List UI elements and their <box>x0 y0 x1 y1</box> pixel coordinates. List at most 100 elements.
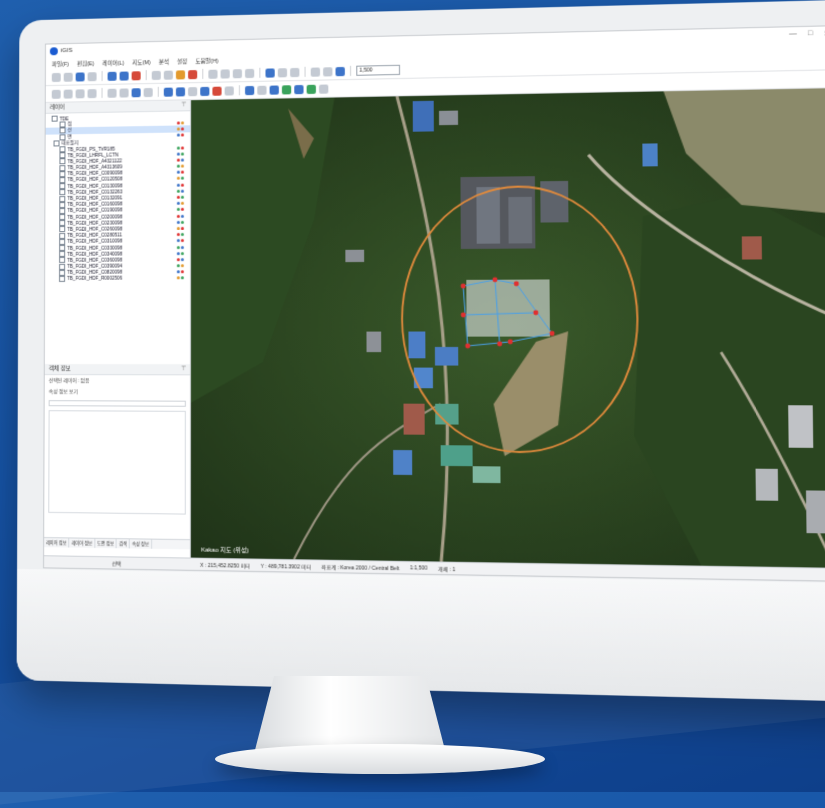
map-view[interactable]: Kakao 지도 (위성) <box>190 88 825 568</box>
tab-layer-info[interactable]: 레이어 정보 <box>44 538 70 548</box>
print-icon[interactable] <box>87 71 97 81</box>
checkbox[interactable] <box>59 275 66 282</box>
toolbar-separator <box>202 68 204 79</box>
tool-icon[interactable] <box>131 87 141 97</box>
checkbox[interactable] <box>59 121 66 128</box>
checkbox[interactable] <box>51 115 58 122</box>
checkbox[interactable] <box>59 164 66 171</box>
tool-icon[interactable] <box>245 85 255 95</box>
minimize-button[interactable]: — <box>789 30 797 39</box>
monitor: iGIS — □ ✕ 파일(F) 편집(E) 레이어(L) 지도(M) 분석 설… <box>16 0 825 703</box>
full-extent-icon[interactable] <box>188 86 198 96</box>
tool-icon[interactable] <box>269 84 279 95</box>
menu-file[interactable]: 파일(F) <box>52 59 69 67</box>
checkbox[interactable] <box>59 195 66 202</box>
checkbox[interactable] <box>59 170 66 177</box>
pin-icon[interactable]: ⊤ <box>181 364 186 374</box>
tab-layer-info-2[interactable]: 레이어 정보 <box>69 538 96 548</box>
toolbar-separator <box>101 71 103 82</box>
checkbox[interactable] <box>59 257 66 264</box>
undo-icon[interactable] <box>212 86 222 96</box>
window-controls: — □ ✕ <box>789 29 825 38</box>
status-crs[interactable]: 좌표계 : Korea 2000 / Central Belt <box>321 563 399 571</box>
scale-input[interactable]: 1,500 <box>356 64 401 76</box>
edit-icon[interactable] <box>175 69 186 80</box>
tool-icon[interactable] <box>119 87 129 98</box>
toolbar-separator <box>350 65 352 76</box>
monitor-stand-base <box>215 744 545 774</box>
pin-icon[interactable]: ⊤ <box>181 100 186 110</box>
checkbox[interactable] <box>59 158 66 165</box>
tool-icon[interactable] <box>306 84 316 94</box>
checkbox[interactable] <box>59 238 66 245</box>
menu-layer[interactable]: 레이어(L) <box>102 58 124 66</box>
tool-icon[interactable] <box>265 67 275 78</box>
tool-icon[interactable] <box>208 69 218 79</box>
checkbox[interactable] <box>59 177 66 184</box>
checkbox[interactable] <box>59 201 66 208</box>
tool-icon[interactable] <box>281 84 292 94</box>
tool-icon[interactable] <box>107 88 117 98</box>
menu-help[interactable]: 도움말(H) <box>195 56 218 65</box>
tool-icon[interactable] <box>310 66 321 77</box>
checkbox[interactable] <box>59 232 66 239</box>
cut-icon[interactable] <box>188 69 198 79</box>
tool-icon[interactable] <box>323 66 333 77</box>
zoom-out-icon[interactable] <box>175 86 186 97</box>
checkbox[interactable] <box>59 134 66 141</box>
toolbar-separator <box>145 70 147 81</box>
menu-map[interactable]: 지도(M) <box>132 58 150 66</box>
zoom-in-icon[interactable] <box>163 87 173 97</box>
tab-attributes[interactable]: 속성 정보 <box>129 539 152 549</box>
checkbox[interactable] <box>59 263 66 270</box>
tool-icon[interactable] <box>277 67 288 77</box>
checkbox[interactable] <box>59 269 66 276</box>
checkbox[interactable] <box>59 183 66 190</box>
tab-search[interactable]: 검색 <box>117 539 130 549</box>
polygon-tool-icon[interactable] <box>87 88 97 98</box>
save-icon[interactable] <box>75 71 85 82</box>
tool-icon[interactable] <box>220 68 230 79</box>
checkbox[interactable] <box>59 146 66 153</box>
pan-icon[interactable] <box>200 86 210 96</box>
tool-icon[interactable] <box>143 87 153 97</box>
open-file-icon[interactable] <box>63 72 73 82</box>
maximize-button[interactable]: □ <box>808 30 813 38</box>
checkbox[interactable] <box>59 220 66 227</box>
view-attributes-button[interactable]: 속성 정보 보기 <box>45 386 190 398</box>
divider <box>48 400 186 407</box>
checkbox[interactable] <box>53 140 60 147</box>
checkbox[interactable] <box>59 214 66 221</box>
tool-icon[interactable] <box>290 67 300 77</box>
tab-drawing-info[interactable]: 도면 정보 <box>95 538 118 549</box>
checkbox[interactable] <box>59 189 66 196</box>
redo-icon[interactable] <box>224 85 234 96</box>
delete-icon[interactable] <box>131 70 141 80</box>
tool-icon[interactable] <box>257 85 267 95</box>
tool-icon[interactable] <box>232 68 242 78</box>
checkbox[interactable] <box>59 207 66 214</box>
app-window: iGIS — □ ✕ 파일(F) 편집(E) 레이어(L) 지도(M) 분석 설… <box>43 25 825 582</box>
menu-edit[interactable]: 편집(E) <box>77 59 94 67</box>
table-icon[interactable] <box>151 70 161 80</box>
tool-icon[interactable] <box>319 83 329 94</box>
tool-icon[interactable] <box>335 66 345 76</box>
checkbox[interactable] <box>59 226 66 233</box>
trash-icon[interactable] <box>163 70 173 80</box>
checkbox[interactable] <box>59 244 66 251</box>
layer-item[interactable]: TB_FGDI_HDF_R0002506 <box>45 275 190 282</box>
rectangle-tool-icon[interactable] <box>63 89 73 99</box>
menu-analysis[interactable]: 분석 <box>159 57 169 65</box>
satellite-map[interactable]: Kakao 지도 (위성) <box>190 88 825 568</box>
circle-tool-icon[interactable] <box>75 88 85 98</box>
checkbox[interactable] <box>59 152 66 159</box>
checkbox[interactable] <box>59 251 66 258</box>
tool-icon[interactable] <box>294 84 304 94</box>
menu-settings[interactable]: 설정 <box>177 57 187 65</box>
new-file-icon[interactable] <box>51 72 61 82</box>
line-tool-icon[interactable] <box>51 89 61 99</box>
tool-icon[interactable] <box>245 68 255 78</box>
layer-add-icon[interactable] <box>107 71 117 81</box>
properties-header: 객체 정보 ⊤ <box>44 364 190 376</box>
layer-remove-icon[interactable] <box>119 71 129 81</box>
